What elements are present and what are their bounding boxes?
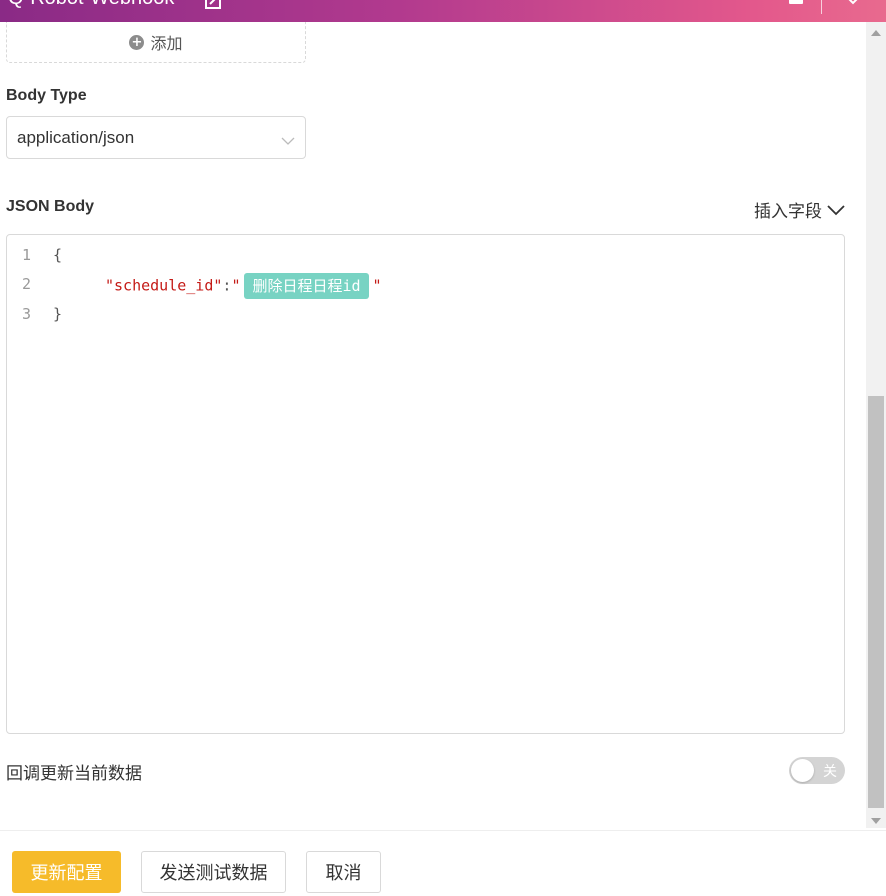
- code-line: 2 "schedule_id":" 删除日程日程id ": [7, 273, 844, 299]
- send-test-data-button[interactable]: 发送测试数据: [141, 851, 286, 893]
- body-type-select[interactable]: application/json: [6, 116, 306, 159]
- line-number: 3: [21, 305, 31, 323]
- json-open-quote: ": [231, 276, 241, 295]
- code-text: {: [53, 246, 63, 264]
- dialog-footer: 更新配置 发送测试数据 取消: [0, 830, 886, 896]
- json-body-label: JSON Body: [6, 198, 95, 215]
- toggle-knob: [791, 759, 814, 782]
- code-text: }: [53, 305, 63, 323]
- line-number: 1: [21, 246, 31, 264]
- json-close-quote: ": [372, 276, 382, 295]
- external-link-icon[interactable]: [204, 0, 222, 14]
- body-type-label: Body Type: [6, 87, 87, 104]
- document-icon[interactable]: [789, 0, 803, 4]
- code-line: 3 }: [7, 303, 844, 325]
- callback-update-toggle[interactable]: 关: [789, 757, 845, 784]
- line-number: 2: [21, 275, 31, 293]
- add-header-button[interactable]: + 添加: [6, 22, 306, 63]
- scrollbar-thumb[interactable]: [868, 396, 884, 808]
- scroll-down-arrow-icon[interactable]: [871, 818, 881, 824]
- add-header-label: 添加: [150, 34, 183, 53]
- chevron-down-icon: [827, 204, 845, 215]
- plus-circle-icon: +: [129, 34, 145, 50]
- body-type-value: application/json: [17, 127, 135, 147]
- dialog-header: Q-Robot-Webhook: [0, 0, 886, 22]
- update-config-button[interactable]: 更新配置: [12, 851, 121, 893]
- toggle-state-text: 关: [823, 764, 837, 780]
- cancel-button[interactable]: 取消: [306, 851, 381, 893]
- code-line: 1 {: [7, 244, 844, 266]
- chevron-down-icon: [281, 131, 295, 151]
- callback-update-label: 回调更新当前数据: [6, 764, 142, 784]
- json-body-editor[interactable]: 1 { 2 "schedule_id":" 删除日程日程id " 3 }: [6, 234, 845, 734]
- vertical-scrollbar[interactable]: [866, 22, 886, 828]
- json-key: "schedule_id": [105, 276, 223, 295]
- header-divider: [821, 0, 822, 14]
- dialog-title: Q-Robot-Webhook: [8, 0, 174, 10]
- close-icon[interactable]: [843, 0, 863, 13]
- field-tag[interactable]: 删除日程日程id: [244, 273, 369, 299]
- dialog-body: + 添加 Body Type application/json JSON Bod…: [0, 22, 865, 830]
- insert-field-label: 插入字段: [754, 202, 822, 222]
- code-text: "schedule_id":" 删除日程日程id ": [105, 273, 382, 299]
- scroll-up-arrow-icon[interactable]: [871, 30, 881, 36]
- insert-field-dropdown[interactable]: 插入字段: [754, 197, 845, 222]
